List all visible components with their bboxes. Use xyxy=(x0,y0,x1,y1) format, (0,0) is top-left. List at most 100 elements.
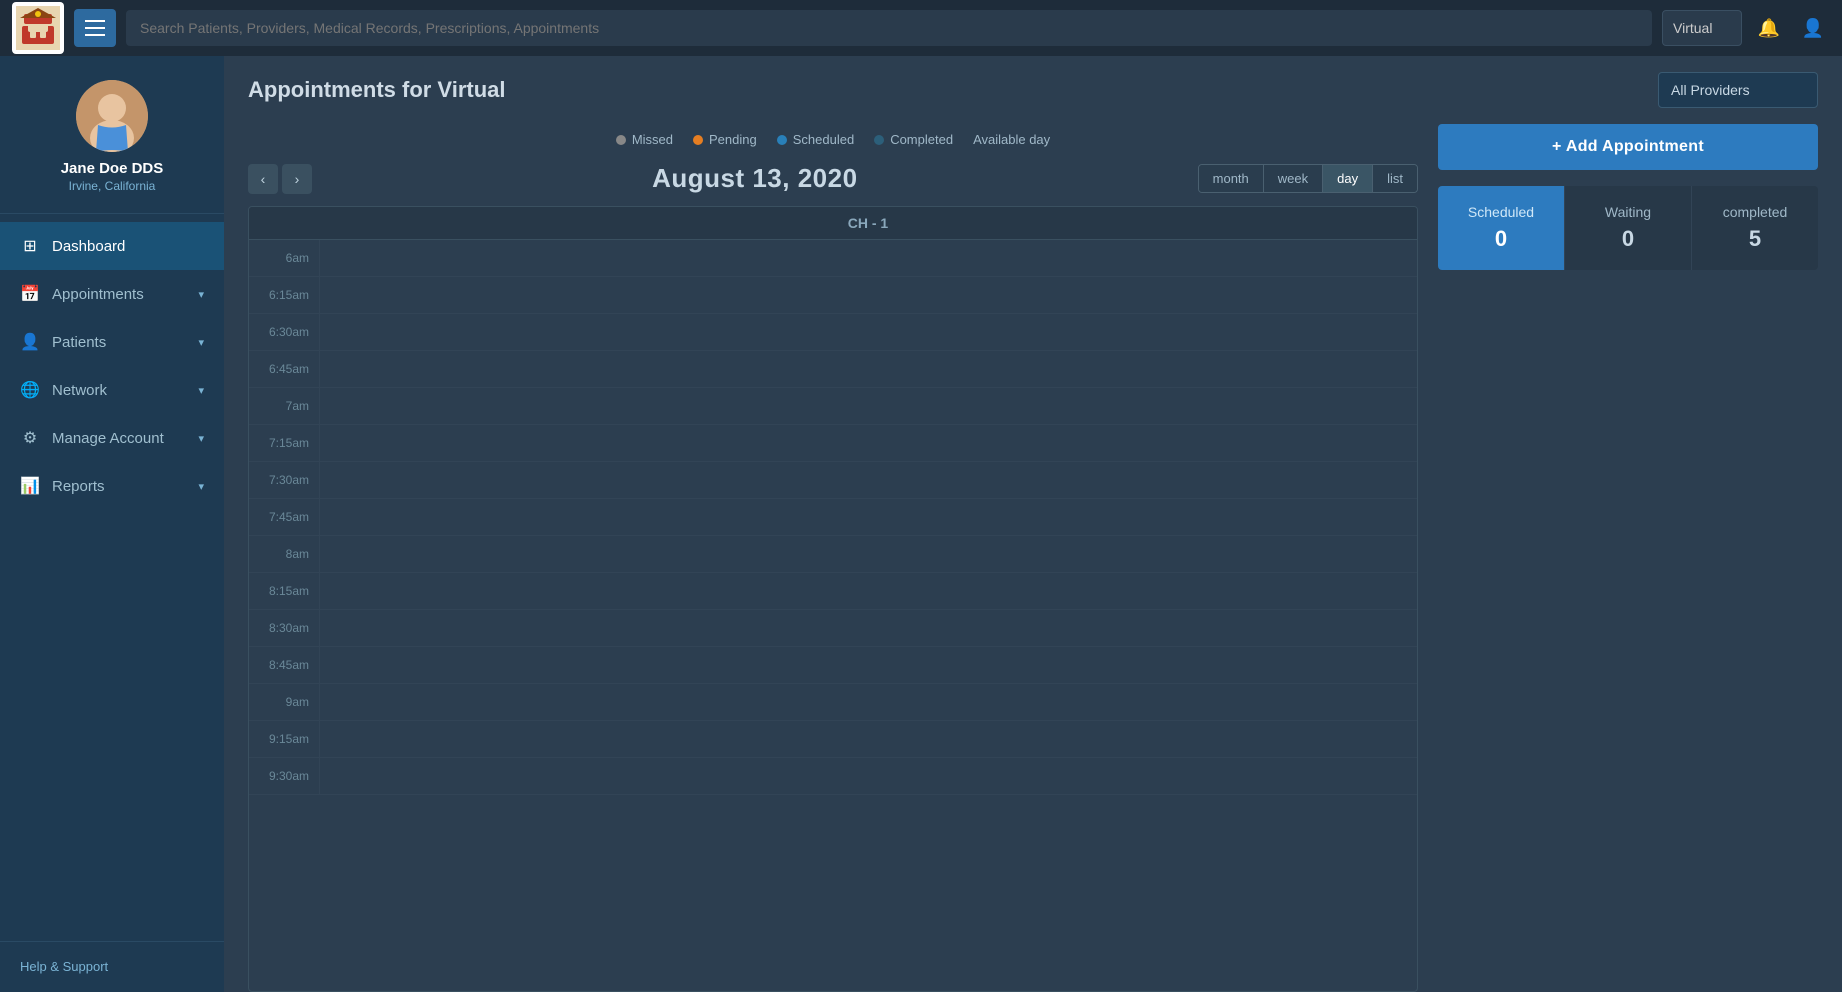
location-select[interactable]: Virtual xyxy=(1662,10,1742,46)
sidebar-item-label: Patients xyxy=(52,334,106,351)
time-cell[interactable] xyxy=(319,536,1417,572)
sidebar-item-label: Network xyxy=(52,382,107,399)
sidebar-item-label: Manage Account xyxy=(52,430,164,447)
network-icon: 🌐 xyxy=(20,380,40,400)
completed-stat-label: completed xyxy=(1723,204,1788,220)
page-title: Appointments for Virtual xyxy=(248,77,506,103)
time-cell[interactable] xyxy=(319,573,1417,609)
time-label: 7:15am xyxy=(249,436,319,450)
time-cell[interactable] xyxy=(319,240,1417,276)
time-slot: 8:45am xyxy=(249,647,1417,684)
next-button[interactable]: › xyxy=(282,164,312,194)
calendar-grid: CH - 1 6am 6:15am 6:30am 6:45am 7am 7:15… xyxy=(248,206,1418,992)
chevron-icon: ▾ xyxy=(198,384,204,397)
time-cell[interactable] xyxy=(319,314,1417,350)
time-cell[interactable] xyxy=(319,684,1417,720)
time-slot: 7:45am xyxy=(249,499,1417,536)
provider-select-wrapper: All Providers xyxy=(1658,72,1818,108)
time-label: 6:30am xyxy=(249,325,319,339)
chevron-icon: ▾ xyxy=(198,336,204,349)
sidebar: Jane Doe DDS Irvine, California ⊞ Dashbo… xyxy=(0,56,224,992)
time-label: 7am xyxy=(249,399,319,413)
time-slot: 7:30am xyxy=(249,462,1417,499)
tab-list[interactable]: list xyxy=(1373,165,1417,192)
time-cell[interactable] xyxy=(319,647,1417,683)
legend-scheduled: Scheduled xyxy=(777,132,854,147)
time-label: 8:15am xyxy=(249,584,319,598)
help-support-link[interactable]: Help & Support xyxy=(20,959,108,974)
prev-button[interactable]: ‹ xyxy=(248,164,278,194)
user-profile: Jane Doe DDS Irvine, California xyxy=(0,56,224,214)
time-label: 9am xyxy=(249,695,319,709)
scheduled-stat-value: 0 xyxy=(1495,226,1507,252)
dashboard-icon: ⊞ xyxy=(20,236,40,256)
stat-scheduled: Scheduled 0 xyxy=(1438,186,1565,270)
time-slot: 6:45am xyxy=(249,351,1417,388)
scheduled-dot xyxy=(777,135,787,145)
pending-label: Pending xyxy=(709,132,757,147)
patients-icon: 👤 xyxy=(20,332,40,352)
time-cell[interactable] xyxy=(319,388,1417,424)
time-cell[interactable] xyxy=(319,277,1417,313)
sidebar-item-reports[interactable]: 📊 Reports ▾ xyxy=(0,462,224,510)
time-grid[interactable]: 6am 6:15am 6:30am 6:45am 7am 7:15am 7:30… xyxy=(249,240,1417,984)
legend-pending: Pending xyxy=(693,132,757,147)
sidebar-item-label: Appointments xyxy=(52,286,144,303)
time-slot: 9am xyxy=(249,684,1417,721)
time-label: 8:45am xyxy=(249,658,319,672)
time-slot: 6:30am xyxy=(249,314,1417,351)
sidebar-item-network[interactable]: 🌐 Network ▾ xyxy=(0,366,224,414)
time-cell[interactable] xyxy=(319,425,1417,461)
sidebar-item-dashboard[interactable]: ⊞ Dashboard xyxy=(0,222,224,270)
scheduled-stat-label: Scheduled xyxy=(1468,204,1534,220)
main-content: Appointments for Virtual All Providers M… xyxy=(224,56,1842,992)
grid-column-header: CH - 1 xyxy=(319,215,1417,231)
hamburger-button[interactable] xyxy=(74,9,116,47)
time-cell[interactable] xyxy=(319,351,1417,387)
time-label: 6:45am xyxy=(249,362,319,376)
time-cell[interactable] xyxy=(319,610,1417,646)
stat-waiting: Waiting 0 xyxy=(1565,186,1692,270)
tab-day[interactable]: day xyxy=(1323,165,1373,192)
missed-label: Missed xyxy=(632,132,673,147)
time-slot: 8:15am xyxy=(249,573,1417,610)
chevron-icon: ▾ xyxy=(198,480,204,493)
page-header: Appointments for Virtual All Providers xyxy=(224,56,1842,124)
stats-row: Scheduled 0 Waiting 0 completed 5 xyxy=(1438,186,1818,270)
time-cell[interactable] xyxy=(319,462,1417,498)
time-cell[interactable] xyxy=(319,499,1417,535)
notification-button[interactable]: 🔔 xyxy=(1752,11,1786,45)
missed-dot xyxy=(616,135,626,145)
time-slot: 6am xyxy=(249,240,1417,277)
tab-week[interactable]: week xyxy=(1264,165,1323,192)
sidebar-footer: Help & Support xyxy=(0,941,224,992)
time-cell[interactable] xyxy=(319,758,1417,794)
sidebar-item-appointments[interactable]: 📅 Appointments ▾ xyxy=(0,270,224,318)
calendar-main: Missed Pending Scheduled Completed Ava xyxy=(248,124,1418,992)
sidebar-item-manage-account[interactable]: ⚙ Manage Account ▾ xyxy=(0,414,224,462)
add-appointment-button[interactable]: + Add Appointment xyxy=(1438,124,1818,170)
logo xyxy=(12,2,64,54)
calendar-date: August 13, 2020 xyxy=(652,163,857,194)
user-location: Irvine, California xyxy=(69,179,156,193)
right-panel: + Add Appointment Scheduled 0 Waiting 0 … xyxy=(1438,124,1818,992)
completed-stat-value: 5 xyxy=(1749,226,1761,252)
search-input[interactable] xyxy=(126,10,1652,46)
time-slot: 8:30am xyxy=(249,610,1417,647)
legend: Missed Pending Scheduled Completed Ava xyxy=(248,124,1418,159)
time-cell[interactable] xyxy=(319,721,1417,757)
legend-completed: Completed xyxy=(874,132,953,147)
time-label: 8am xyxy=(249,547,319,561)
time-label: 6:15am xyxy=(249,288,319,302)
time-label: 9:30am xyxy=(249,769,319,783)
nav-right: Virtual 🔔 👤 xyxy=(1662,10,1830,46)
user-menu-button[interactable]: 👤 xyxy=(1796,11,1830,45)
user-name: Jane Doe DDS xyxy=(61,160,164,177)
tab-month[interactable]: month xyxy=(1199,165,1264,192)
calendar-nav: ‹ › August 13, 2020 month week day list xyxy=(248,159,1418,206)
time-slot: 6:15am xyxy=(249,277,1417,314)
stat-completed: completed 5 xyxy=(1692,186,1818,270)
sidebar-item-patients[interactable]: 👤 Patients ▾ xyxy=(0,318,224,366)
provider-select[interactable]: All Providers xyxy=(1658,72,1818,108)
top-nav: Virtual 🔔 👤 xyxy=(0,0,1842,56)
